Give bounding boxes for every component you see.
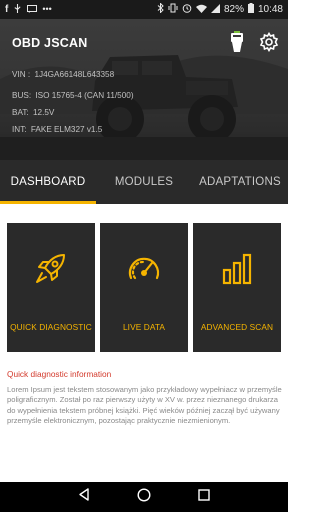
clock-time: 10:48 (257, 4, 283, 15)
section-title: Quick diagnostic information (7, 369, 112, 379)
obd-adapter-icon[interactable] (229, 31, 245, 58)
dashboard-tiles: QUICK DIAGNOSTIC LIVE DATA ADVANCED SCAN (7, 223, 281, 352)
bluetooth-icon (157, 2, 164, 16)
more-icon: ••• (42, 4, 52, 14)
battery-voltage-info: BAT: 12.5V (12, 108, 54, 117)
header-actions (229, 31, 279, 58)
section-description: Lorem Ipsum jest tekstem stosowanym jako… (7, 385, 282, 425)
quick-diagnostic-label: QUICK DIAGNOSTIC (10, 322, 92, 332)
tab-bar: DASHBOARD MODULES ADAPTATIONS (0, 160, 288, 204)
tab-adaptations[interactable]: ADAPTATIONS (192, 160, 288, 204)
vin-label: VIN : (12, 70, 31, 79)
bus-label: BUS: (12, 91, 32, 100)
tab-modules[interactable]: MODULES (96, 160, 192, 204)
status-right-icons: 82% 10:48 (157, 2, 283, 16)
status-left-icons: f ••• (5, 4, 52, 15)
app-screen: f ••• 82% 10:48 OBD JSCAN VIN: 1J4GA661… (0, 0, 288, 512)
live-data-button[interactable]: LIVE DATA (100, 223, 188, 352)
facebook-icon: f (5, 3, 9, 15)
vibrate-icon (168, 3, 178, 16)
usb-icon (13, 4, 22, 15)
tab-dashboard[interactable]: DASHBOARD (0, 160, 96, 204)
recents-icon[interactable] (197, 488, 210, 506)
bar-chart-icon (193, 251, 281, 285)
int-label: INT: (12, 125, 27, 134)
vin-value: 1J4GA66148L643358 (34, 70, 115, 79)
header-banner: OBD JSCAN VIN : 1J4GA66148L643358 BUS: I… (0, 19, 288, 160)
vin-info: VIN : 1J4GA66148L643358 (12, 70, 114, 79)
message-icon (27, 4, 38, 15)
bat-value: 12.5V (32, 108, 55, 117)
system-navigation-bar (0, 482, 288, 512)
speedometer-icon (100, 251, 188, 285)
rocket-icon (7, 251, 95, 285)
advanced-scan-button[interactable]: ADVANCED SCAN (193, 223, 281, 352)
alarm-icon (182, 3, 192, 16)
advanced-scan-label: ADVANCED SCAN (200, 322, 274, 332)
bat-label: BAT: (12, 108, 29, 117)
signal-icon (210, 3, 220, 16)
back-icon[interactable] (78, 488, 90, 506)
quick-diagnostic-button[interactable]: QUICK DIAGNOSTIC (7, 223, 95, 352)
int-value: FAKE ELM327 v1.5 (30, 125, 103, 134)
status-bar: f ••• 82% 10:48 (0, 0, 288, 19)
live-data-label: LIVE DATA (122, 322, 166, 332)
bus-info: BUS: ISO 15765-4 (CAN 11/500) (12, 91, 134, 100)
settings-gear-icon[interactable] (259, 31, 279, 57)
battery-icon (247, 3, 254, 16)
bus-value: ISO 15765-4 (CAN 11/500) (35, 91, 134, 100)
interface-info: INT: FAKE ELM327 v1.5 (12, 125, 102, 134)
home-icon[interactable] (137, 487, 151, 507)
wifi-icon (195, 4, 207, 16)
app-title: OBD JSCAN (12, 36, 88, 50)
battery-percent: 82% (223, 4, 244, 15)
